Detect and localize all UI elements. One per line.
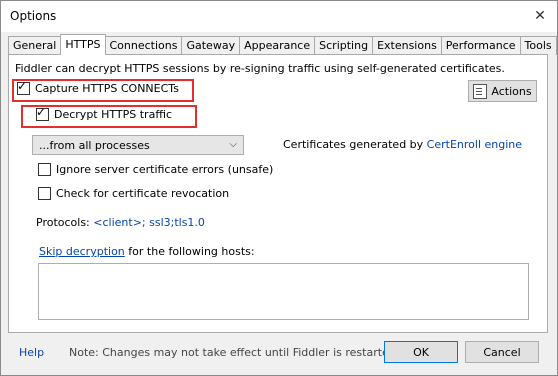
actions-button[interactable]: Actions bbox=[468, 80, 537, 102]
protocols-value[interactable]: <client>; ssl3;tls1.0 bbox=[93, 216, 205, 229]
process-filter-value: ...from all processes bbox=[39, 138, 150, 152]
intro-text: Fiddler can decrypt HTTPS sessions by re… bbox=[15, 62, 505, 75]
cert-generated-text: Certificates generated by CertEnroll eng… bbox=[283, 138, 522, 151]
revocation-box[interactable] bbox=[38, 187, 51, 200]
chevron-down-icon: ⌵ bbox=[229, 139, 237, 150]
tab-performance[interactable]: Performance bbox=[440, 36, 521, 55]
tab-scripting[interactable]: Scripting bbox=[314, 36, 374, 55]
skip-decryption-row: Skip decryption for the following hosts: bbox=[39, 245, 255, 258]
restart-note: Note: Changes may not take effect until … bbox=[69, 346, 400, 359]
capture-label: Capture HTTPS CONNECTs bbox=[35, 82, 179, 95]
cert-engine-link[interactable]: CertEnroll engine bbox=[427, 138, 522, 151]
protocols-label: Protocols: bbox=[36, 216, 90, 229]
ignore-errors-label: Ignore server certificate errors (unsafe… bbox=[56, 163, 274, 176]
tab-extensions[interactable]: Extensions bbox=[372, 36, 442, 55]
skip-decryption-link[interactable]: Skip decryption bbox=[39, 245, 125, 258]
decrypt-label: Decrypt HTTPS traffic bbox=[54, 108, 172, 121]
options-dialog: Options ✕ General HTTPS Connections Gate… bbox=[0, 0, 558, 376]
checkmark-icon: ✓ bbox=[17, 79, 28, 93]
cancel-label: Cancel bbox=[483, 345, 521, 359]
protocols-row: Protocols: <client>; ssl3;tls1.0 bbox=[36, 216, 205, 229]
tab-general[interactable]: General bbox=[8, 36, 62, 55]
ignore-errors-box[interactable] bbox=[38, 163, 51, 176]
process-filter-select[interactable]: ...from all processes ⌵ bbox=[32, 135, 244, 155]
tab-https[interactable]: HTTPS bbox=[60, 34, 106, 55]
title-bar: Options ✕ bbox=[1, 1, 557, 32]
skip-hosts-textarea[interactable] bbox=[38, 263, 529, 320]
checkmark-icon: ✓ bbox=[36, 105, 47, 119]
certificate-icon bbox=[473, 83, 488, 99]
capture-https-checkbox[interactable]: ✓ Capture HTTPS CONNECTs bbox=[17, 79, 179, 95]
cert-text: Certificates generated by bbox=[283, 138, 424, 151]
ok-label: OK bbox=[413, 345, 429, 359]
decrypt-checkbox-box[interactable]: ✓ bbox=[36, 105, 49, 121]
close-icon[interactable]: ✕ bbox=[529, 5, 551, 27]
tab-connections[interactable]: Connections bbox=[104, 36, 183, 55]
skip-decryption-text: for the following hosts: bbox=[128, 245, 255, 258]
actions-label: Actions bbox=[491, 84, 532, 98]
ignore-errors-checkbox[interactable]: Ignore server certificate errors (unsafe… bbox=[38, 163, 273, 176]
tab-strip: General HTTPS Connections Gateway Appear… bbox=[8, 34, 557, 55]
tab-tools[interactable]: Tools bbox=[519, 36, 557, 55]
tab-gateway[interactable]: Gateway bbox=[181, 36, 241, 55]
decrypt-https-checkbox[interactable]: ✓ Decrypt HTTPS traffic bbox=[36, 105, 172, 121]
revocation-label: Check for certificate revocation bbox=[56, 187, 230, 200]
ok-button[interactable]: OK bbox=[384, 341, 458, 363]
cancel-button[interactable]: Cancel bbox=[465, 341, 539, 363]
tab-appearance[interactable]: Appearance bbox=[239, 36, 316, 55]
capture-checkbox-box[interactable]: ✓ bbox=[17, 79, 30, 95]
help-link[interactable]: Help bbox=[19, 346, 44, 359]
window-title: Options bbox=[10, 9, 57, 23]
revocation-checkbox[interactable]: Check for certificate revocation bbox=[38, 187, 229, 200]
https-panel: Fiddler can decrypt HTTPS sessions by re… bbox=[8, 54, 548, 333]
